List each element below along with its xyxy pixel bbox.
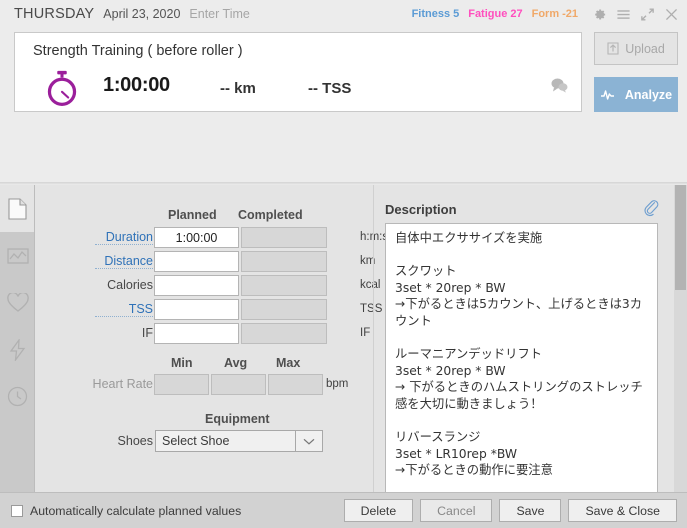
tss-completed-input[interactable] (241, 299, 327, 320)
fitness-value: 5 (453, 8, 460, 20)
auto-calc-label: Automatically calculate planned values (30, 503, 242, 518)
duration-label[interactable]: Duration (95, 230, 153, 245)
fatigue-value: 27 (510, 8, 523, 20)
analyze-label: Analyze (624, 87, 673, 102)
stopwatch-icon (47, 70, 77, 106)
paperclip-icon[interactable] (643, 200, 660, 219)
distance-label[interactable]: Distance (95, 254, 153, 269)
tss-unit: TSS (360, 303, 383, 315)
tss-planned-input[interactable] (154, 299, 239, 320)
duration-completed-input[interactable] (241, 227, 327, 248)
if-unit: IF (360, 327, 371, 339)
fitness-metrics: Fitness 5 Fatigue 27 Form -21 (409, 8, 578, 20)
save-close-button[interactable]: Save & Close (568, 499, 677, 522)
save-button[interactable]: Save (499, 499, 562, 522)
col-header-completed: Completed (238, 208, 303, 222)
clock-icon (7, 386, 28, 407)
form-value: -21 (562, 8, 578, 20)
hr-max-input[interactable] (268, 374, 323, 395)
scrollbar-thumb[interactable] (675, 185, 686, 290)
description-header: Description (385, 202, 457, 217)
hr-col-min: Min (171, 356, 193, 370)
detail-tab-rail (0, 185, 35, 492)
dialog-footer: Automatically calculate planned values D… (0, 492, 687, 528)
fitness-label: Fitness (411, 8, 451, 20)
workout-distance: -- km (220, 80, 256, 97)
workout-structure-strip: Build Workout Warm Up Main Set Cool Down (0, 120, 687, 291)
if-planned-input[interactable] (154, 323, 239, 344)
form-label: Form (531, 8, 560, 20)
equipment-header: Equipment (205, 412, 270, 426)
workout-title[interactable]: Strength Training ( before roller ) (33, 43, 243, 59)
workout-tss: -- TSS (308, 80, 352, 97)
lightning-icon (9, 338, 26, 361)
shoe-chevron-down-icon[interactable] (295, 431, 322, 451)
col-header-planned: Planned (168, 208, 217, 222)
header-date: April 23, 2020 (103, 7, 181, 21)
shoe-select[interactable]: Select Shoe (155, 430, 323, 452)
enter-time-input[interactable]: Enter Time (189, 7, 249, 21)
upload-icon (607, 41, 619, 55)
analyze-button[interactable]: Analyze (594, 77, 678, 112)
comment-bubble-icon[interactable] (549, 77, 569, 93)
hr-col-avg: Avg (224, 356, 248, 370)
description-textarea[interactable]: 自体中エクササイズを実施 スクワット 3set * 20rep * BW →下が… (385, 223, 658, 528)
distance-completed-input[interactable] (241, 251, 327, 272)
checkbox-box[interactable] (11, 504, 23, 517)
document-icon (8, 197, 27, 220)
panel-divider (373, 185, 374, 492)
window-controls (592, 7, 679, 22)
shoes-label: Shoes (117, 434, 153, 448)
header-day: THURSDAY (14, 6, 95, 22)
expand-icon[interactable] (640, 7, 655, 22)
footer-buttons: Delete Cancel Save Save & Close (343, 499, 677, 522)
description-text: 自体中エクササイズを実施 スクワット 3set * 20rep * BW →下が… (395, 231, 643, 527)
workout-summary-card[interactable]: Strength Training ( before roller ) 1:00… (14, 32, 582, 112)
heart-rate-label: Heart Rate (92, 377, 153, 391)
duration-planned-input[interactable] (154, 227, 239, 248)
tss-label[interactable]: TSS (95, 302, 153, 317)
hr-avg-input[interactable] (211, 374, 266, 395)
shoe-select-value: Select Shoe (162, 434, 230, 448)
if-completed-input[interactable] (241, 323, 327, 344)
fatigue-label: Fatigue (468, 8, 508, 20)
sidebar-item-heartrate[interactable] (0, 279, 35, 326)
delete-button[interactable]: Delete (343, 499, 414, 522)
window-header: THURSDAY April 23, 2020 Enter Time Fitne… (0, 0, 687, 28)
waveform-icon (600, 90, 614, 100)
upload-label: Upload (625, 41, 665, 56)
heart-icon (6, 292, 29, 312)
gear-icon[interactable] (592, 7, 607, 22)
chart-icon (6, 247, 29, 264)
duration-unit: h:m:s (360, 231, 389, 243)
workout-duration: 1:00:00 (103, 74, 170, 96)
calories-unit: kcal (360, 279, 381, 291)
sidebar-item-power[interactable] (0, 326, 35, 373)
hr-min-input[interactable] (154, 374, 209, 395)
sidebar-item-graph[interactable] (0, 232, 35, 279)
cancel-button[interactable]: Cancel (420, 499, 493, 522)
calories-planned-input[interactable] (154, 275, 239, 296)
calories-completed-input[interactable] (241, 275, 327, 296)
if-label: IF (141, 326, 153, 340)
workout-detail-window: THURSDAY April 23, 2020 Enter Time Fitne… (0, 0, 687, 528)
vertical-scrollbar[interactable] (674, 185, 687, 492)
calories-label: Calories (107, 278, 153, 292)
upload-button[interactable]: Upload (594, 32, 678, 65)
close-icon[interactable] (664, 7, 679, 22)
sidebar-item-summary[interactable] (0, 185, 35, 232)
sidebar-item-pace[interactable] (0, 373, 35, 420)
hr-unit: bpm (326, 378, 349, 390)
hr-col-max: Max (276, 356, 301, 370)
distance-planned-input[interactable] (154, 251, 239, 272)
auto-calc-checkbox[interactable]: Automatically calculate planned values (11, 504, 241, 518)
menu-icon[interactable] (616, 7, 631, 22)
